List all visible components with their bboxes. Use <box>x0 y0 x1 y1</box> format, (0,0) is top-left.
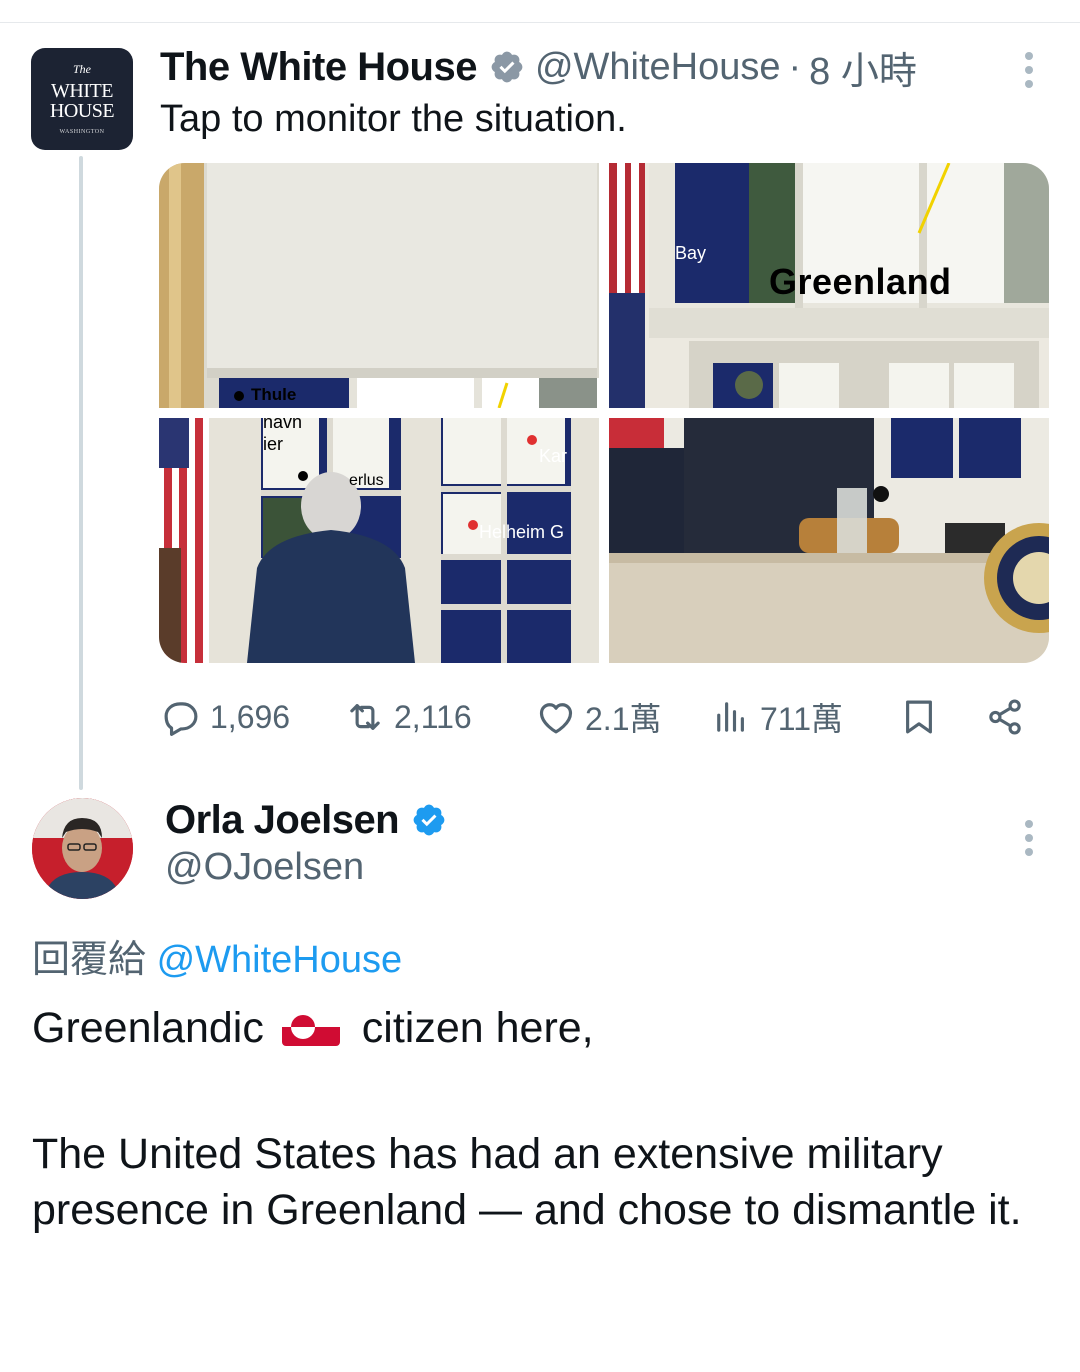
separator-dot: · <box>788 45 802 88</box>
more-options-icon[interactable] <box>1024 820 1034 856</box>
tweet1-actions: 1,696 2,116 2.1萬 711萬 <box>160 690 1050 744</box>
share-icon <box>989 699 1021 735</box>
avatar-text: The <box>73 62 91 76</box>
author-handle[interactable]: @WhiteHouse <box>535 46 781 89</box>
views-count: 711萬 <box>760 701 844 737</box>
thread-connector-line <box>79 156 83 790</box>
map-label-greenland: Greenland <box>769 261 952 302</box>
map-label-bay: Bay <box>675 243 707 263</box>
tweet2-line1: Greenlandic citizen here, <box>32 1000 1042 1056</box>
tweet1-header: The White House @WhiteHouse · 8 小時 <box>160 40 917 95</box>
like-count: 2.1萬 <box>585 701 662 737</box>
orla-joelsen-avatar[interactable] <box>32 798 133 899</box>
tweet1-text: Tap to monitor the situation. <box>160 98 627 140</box>
verified-badge-icon <box>491 51 523 83</box>
window-blind-image <box>159 163 599 408</box>
author-handle[interactable]: @OJoelsen <box>165 846 364 889</box>
reply-count: 1,696 <box>210 698 291 735</box>
paragraph-spacer <box>32 1056 1042 1126</box>
avatar-text: WASHINGTON <box>59 129 105 135</box>
avatar-text: HOUSE <box>49 100 115 122</box>
tweet2-paragraph: The United States has had an extensive m… <box>32 1130 1022 1234</box>
greenland-flag-icon <box>281 1008 340 1046</box>
tweet2-text: citizen here, <box>361 1004 594 1052</box>
media-image-3[interactable]: navn ier erlus Kar Helheim G <box>159 418 599 663</box>
tweet1-media-grid[interactable]: Thule Bay Greenland navn ier erlus Kar H… <box>159 163 1049 663</box>
media-image-2[interactable]: Bay Greenland <box>609 163 1049 408</box>
like-button[interactable]: 2.1萬 <box>535 690 662 744</box>
map-label-kar: Kar <box>539 446 568 466</box>
top-divider <box>0 22 1080 23</box>
author-name[interactable]: Orla Joelsen <box>165 798 400 843</box>
timestamp[interactable]: 8 小時 <box>809 40 917 95</box>
author-name[interactable]: The White House <box>160 45 477 90</box>
desk-image <box>609 418 1049 663</box>
avatar-text: WHITE <box>51 80 113 102</box>
map-label-thule: Thule <box>251 385 297 404</box>
views-button[interactable]: 711萬 <box>710 690 843 744</box>
repost-count: 2,116 <box>394 698 472 735</box>
repost-button[interactable]: 2,116 <box>344 690 472 744</box>
map-label-helheim: Helheim G <box>479 522 565 542</box>
reply-mention-link[interactable]: @WhiteHouse <box>157 939 403 981</box>
bookmark-icon <box>906 700 932 734</box>
replying-to: 回覆給 @WhiteHouse <box>32 928 402 983</box>
media-image-4[interactable] <box>609 418 1049 663</box>
views-chart-icon <box>717 702 744 732</box>
share-button[interactable] <box>984 690 1034 744</box>
reply-prefix: 回覆給 <box>32 939 147 981</box>
map-label-ier: ier <box>263 434 284 454</box>
tweet2-header: Orla Joelsen <box>165 796 457 844</box>
media-image-1[interactable]: Thule <box>159 163 599 408</box>
more-options-icon[interactable] <box>1024 52 1034 88</box>
reply-icon <box>164 702 198 736</box>
map-label-erlus: erlus <box>349 472 384 489</box>
tweet2-text: Greenlandic <box>32 1004 264 1052</box>
heart-icon <box>539 703 573 734</box>
tweet2-body: Greenlandic citizen here, The United Sta… <box>32 1000 1042 1238</box>
map-label-navn: navn <box>263 418 303 432</box>
repost-icon <box>350 704 380 730</box>
verified-badge-icon <box>413 804 445 836</box>
reply-button[interactable]: 1,696 <box>160 690 290 744</box>
bookmark-button[interactable] <box>898 690 948 744</box>
white-house-avatar[interactable]: The WHITE HOUSE WASHINGTON <box>31 48 133 150</box>
profile-photo <box>32 798 133 899</box>
